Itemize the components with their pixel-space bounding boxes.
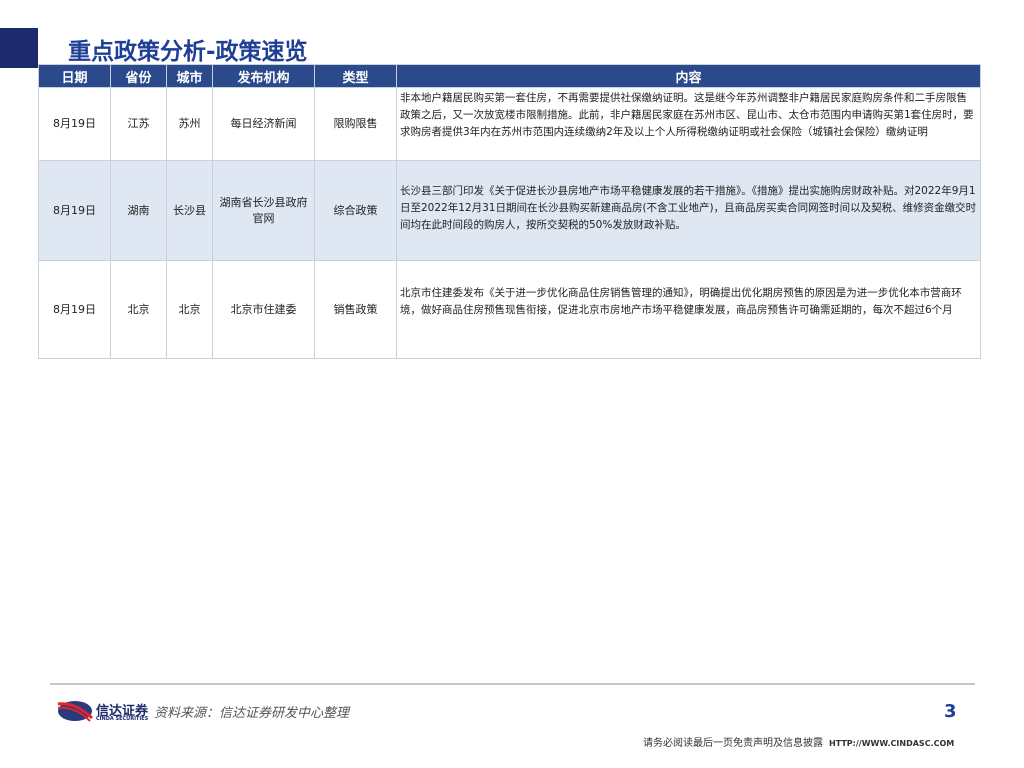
cell-agency: 每日经济新闻 — [212, 87, 315, 161]
cell-city: 苏州 — [166, 87, 213, 161]
cell-content: 非本地户籍居民购买第一套住房，不再需要提供社保缴纳证明。这是继今年苏州调整非户籍… — [396, 87, 981, 161]
cinda-logo-icon — [57, 701, 94, 722]
cell-province: 江苏 — [110, 87, 167, 161]
header-date: 日期 — [38, 64, 111, 88]
table-row: 8月19日 北京 北京 北京市住建委 销售政策 北京市住建委发布《关于进一步优化… — [38, 260, 981, 359]
cell-type: 综合政策 — [314, 160, 397, 261]
cell-province: 北京 — [110, 260, 167, 359]
header-agency: 发布机构 — [212, 64, 315, 88]
header-city: 城市 — [166, 64, 213, 88]
brand-name-en: CINDA SECURITIES — [96, 716, 149, 722]
page-title: 重点政策分析-政策速览 — [68, 39, 308, 65]
cell-type: 限购限售 — [314, 87, 397, 161]
cell-content: 长沙县三部门印发《关于促进长沙县房地产市场平稳健康发展的若干措施》。《措施》提出… — [396, 160, 981, 261]
corner-decoration — [0, 28, 38, 68]
disclaimer-text: 请务必阅读最后一页免责声明及信息披露 — [643, 738, 823, 749]
footer-divider — [50, 683, 975, 685]
table-row: 8月19日 湖南 长沙县 湖南省长沙县政府官网 综合政策 长沙县三部门印发《关于… — [38, 160, 981, 261]
cell-city: 北京 — [166, 260, 213, 359]
header-type: 类型 — [314, 64, 397, 88]
table-header: 日期 省份 城市 发布机构 类型 内容 — [38, 64, 981, 88]
cell-content: 北京市住建委发布《关于进一步优化商品住房销售管理的通知》，明确提出优化期房预售的… — [396, 260, 981, 359]
cell-province: 湖南 — [110, 160, 167, 261]
cell-date: 8月19日 — [38, 260, 111, 359]
cell-date: 8月19日 — [38, 87, 111, 161]
page-number: 3 — [944, 701, 957, 722]
cell-city: 长沙县 — [166, 160, 213, 261]
table-row: 8月19日 江苏 苏州 每日经济新闻 限购限售 非本地户籍居民购买第一套住房，不… — [38, 87, 981, 161]
website-link[interactable]: HTTP://WWW.CINDASC.COM — [829, 739, 954, 748]
disclaimer: 请务必阅读最后一页免责声明及信息披露 HTTP://WWW.CINDASC.COM — [643, 734, 954, 749]
header-province: 省份 — [110, 64, 167, 88]
cell-date: 8月19日 — [38, 160, 111, 261]
cell-type: 销售政策 — [314, 260, 397, 359]
cell-agency: 北京市住建委 — [212, 260, 315, 359]
source-note: 资料来源：信达证券研发中心整理 — [154, 706, 350, 721]
policy-table: 日期 省份 城市 发布机构 类型 内容 8月19日 江苏 苏州 每日经济新闻 限… — [38, 64, 981, 359]
header-content: 内容 — [396, 64, 981, 88]
cell-agency: 湖南省长沙县政府官网 — [212, 160, 315, 261]
